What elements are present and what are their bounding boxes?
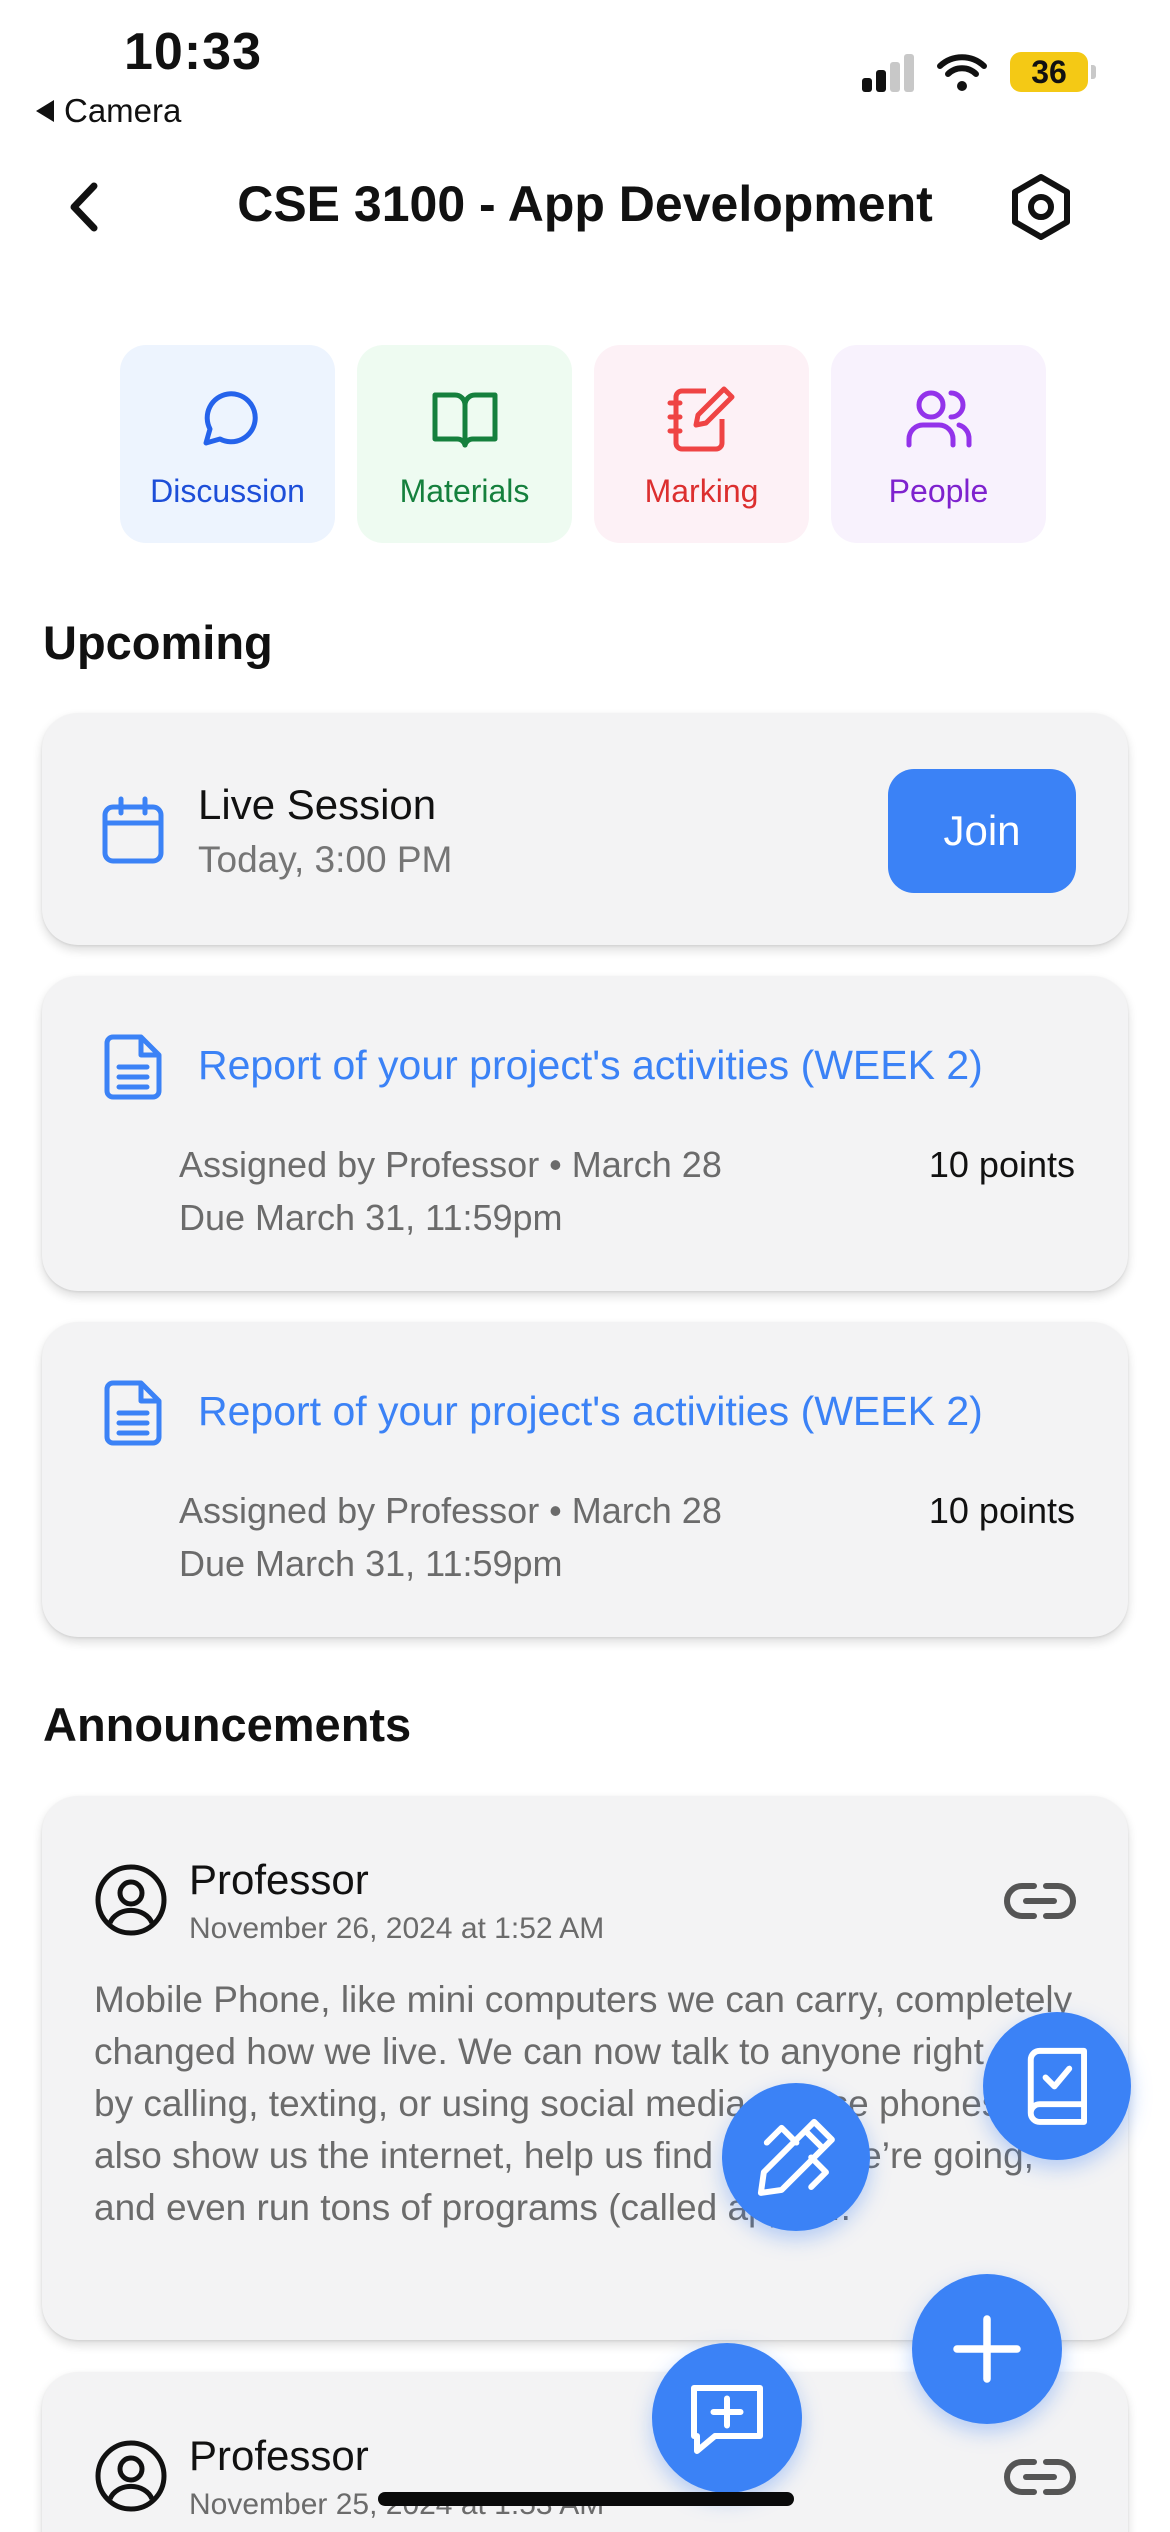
status-indicators: 36: [862, 52, 1096, 92]
assignment-meta: Assigned by Professor • March 28 Due Mar…: [179, 1138, 722, 1244]
open-book-icon: [432, 392, 497, 448]
upcoming-heading: Upcoming: [43, 616, 273, 669]
due-date: Due March 31, 11:59pm: [179, 1543, 563, 1584]
calendar-icon: [102, 796, 164, 864]
tile-discussion[interactable]: Discussion: [120, 345, 335, 543]
assignment-points: 10 points: [928, 1144, 1075, 1185]
tile-materials[interactable]: Materials: [357, 345, 572, 543]
back-triangle-icon: [36, 100, 54, 122]
announcement-card[interactable]: Professor November 26, 2024 at 1:52 AM M…: [42, 1796, 1128, 2340]
wifi-icon: [937, 54, 987, 91]
document-icon: [104, 1034, 162, 1100]
assignment-card[interactable]: Report of your project's activities (WEE…: [42, 976, 1128, 1291]
assignment-fab[interactable]: [983, 2012, 1131, 2160]
battery-indicator: 36: [1010, 52, 1096, 92]
page-title: CSE 3100 - App Development: [237, 176, 933, 232]
tile-label: Marking: [644, 473, 759, 509]
document-icon: [104, 1380, 162, 1446]
course-page: 10:33 Camera 36 CSE 3100 - App Developme…: [0, 0, 1170, 2532]
live-session-card[interactable]: Live Session Today, 3:00 PM Join: [42, 713, 1128, 945]
assigned-by: Assigned by Professor • March 28: [179, 1490, 722, 1531]
announcement-date: November 26, 2024 at 1:52 AM: [189, 1912, 605, 1945]
link-icon[interactable]: [1004, 1876, 1076, 1926]
link-icon[interactable]: [1004, 2452, 1076, 2502]
book-check-icon: [1027, 2047, 1087, 2125]
pencil-ruler-icon: [757, 2118, 835, 2196]
tile-people[interactable]: People: [831, 345, 1046, 543]
settings-hexagon-icon[interactable]: [1006, 172, 1076, 242]
session-time: Today, 3:00 PM: [198, 839, 453, 880]
notebook-pen-icon: [667, 386, 734, 452]
quick-actions: Discussion Materials Marking People: [120, 345, 1046, 543]
new-message-fab[interactable]: [652, 2343, 802, 2493]
tile-label: People: [888, 473, 989, 509]
chat-bubble-icon: [203, 391, 258, 446]
due-date: Due March 31, 11:59pm: [179, 1197, 563, 1238]
edit-tools-fab[interactable]: [722, 2083, 870, 2231]
tile-label: Discussion: [150, 473, 305, 509]
add-fab[interactable]: [912, 2274, 1062, 2424]
assigned-by: Assigned by Professor • March 28: [179, 1144, 722, 1185]
assignment-title[interactable]: Report of your project's activities (WEE…: [198, 1388, 983, 1435]
user-circle-icon: [95, 2440, 167, 2512]
announcement-body: Mobile Phone, like mini computers we can…: [94, 1979, 1081, 2228]
announcement-author: Professor: [189, 1856, 369, 1903]
announcement-author: Professor: [189, 2432, 369, 2479]
battery-level: 36: [1031, 53, 1067, 90]
home-indicator[interactable]: [378, 2492, 794, 2506]
assignment-card[interactable]: Report of your project's activities (WEE…: [42, 1322, 1128, 1637]
users-icon: [906, 390, 971, 448]
user-circle-icon: [95, 1864, 167, 1936]
tile-marking[interactable]: Marking: [594, 345, 809, 543]
assignment-points: 10 points: [928, 1490, 1075, 1531]
status-time: 10:33: [124, 23, 262, 81]
tile-label: Materials: [399, 473, 530, 509]
plus-icon: [953, 2315, 1021, 2383]
session-title: Live Session: [198, 781, 437, 828]
join-button[interactable]: Join: [888, 769, 1076, 893]
assignment-title[interactable]: Report of your project's activities (WEE…: [198, 1042, 983, 1089]
announcements-heading: Announcements: [43, 1698, 412, 1751]
back-to-app-link[interactable]: Camera: [36, 92, 181, 130]
message-plus-icon: [691, 2385, 763, 2454]
assignment-meta: Assigned by Professor • March 28 Due Mar…: [179, 1484, 722, 1590]
back-app-label: Camera: [64, 92, 182, 129]
cellular-signal-icon: [862, 52, 914, 92]
